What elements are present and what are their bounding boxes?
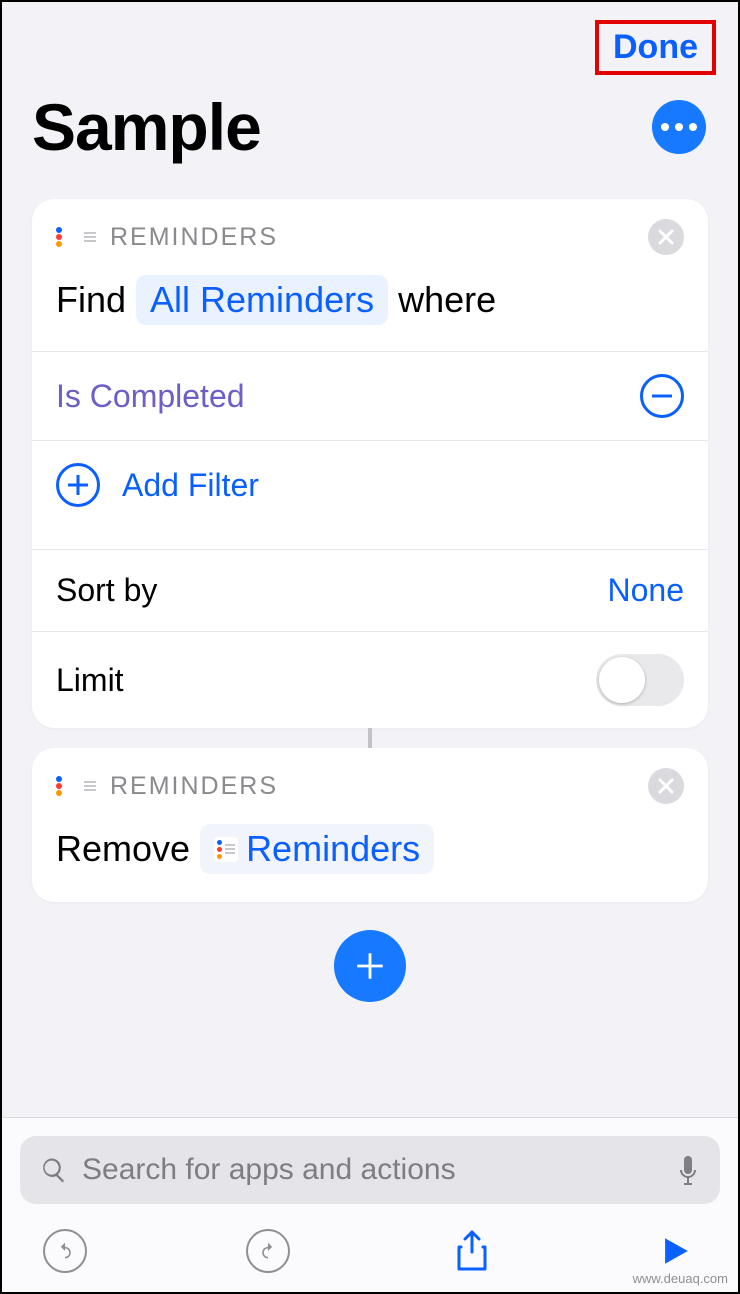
action-card: REMINDERS Remove Reminders <box>32 748 708 902</box>
action-parameter-token[interactable]: All Reminders <box>136 275 388 325</box>
close-icon <box>658 229 674 245</box>
undo-button[interactable] <box>42 1228 88 1274</box>
add-filter-button[interactable]: Add Filter <box>32 440 708 549</box>
share-icon <box>453 1229 491 1273</box>
search-bar[interactable] <box>20 1136 720 1204</box>
action-card: REMINDERS Find All Reminders where Is Co… <box>32 199 708 728</box>
limit-toggle[interactable] <box>596 654 684 706</box>
close-icon <box>658 778 674 794</box>
filter-row[interactable]: Is Completed <box>32 351 708 440</box>
action-app-name: REMINDERS <box>110 772 278 801</box>
action-suffix: where <box>398 279 496 321</box>
limit-row: Limit <box>32 631 708 728</box>
sort-by-label: Sort by <box>56 572 157 609</box>
ellipsis-icon <box>661 123 669 131</box>
action-app-name: REMINDERS <box>110 223 278 252</box>
add-action-button[interactable] <box>334 930 406 1002</box>
search-input[interactable] <box>82 1153 662 1187</box>
reminders-app-icon <box>56 775 96 797</box>
delete-action-button[interactable] <box>648 768 684 804</box>
microphone-icon[interactable] <box>676 1154 700 1186</box>
search-icon <box>40 1156 68 1184</box>
plus-icon <box>353 949 387 983</box>
plus-circle-icon <box>56 463 100 507</box>
remove-filter-button[interactable] <box>640 374 684 418</box>
watermark: www.deuaq.com <box>633 1271 728 1286</box>
undo-icon <box>55 1241 75 1261</box>
reminders-app-icon <box>56 226 96 248</box>
delete-action-button[interactable] <box>648 219 684 255</box>
play-icon <box>658 1234 692 1268</box>
filter-name: Is Completed <box>56 378 245 415</box>
action-connector <box>368 728 372 748</box>
share-button[interactable] <box>449 1228 495 1274</box>
page-title: Sample <box>32 89 261 165</box>
action-verb: Remove <box>56 828 190 870</box>
redo-icon <box>258 1241 278 1261</box>
action-verb: Find <box>56 279 126 321</box>
run-button[interactable] <box>652 1228 698 1274</box>
more-button[interactable] <box>652 100 706 154</box>
action-variable-token[interactable]: Reminders <box>200 824 434 874</box>
redo-button[interactable] <box>245 1228 291 1274</box>
reminders-mini-icon <box>214 837 238 862</box>
done-button[interactable]: Done <box>595 20 716 75</box>
sort-by-value[interactable]: None <box>608 572 685 609</box>
sort-by-row[interactable]: Sort by None <box>32 549 708 631</box>
bottom-panel <box>2 1117 738 1292</box>
limit-label: Limit <box>56 662 124 699</box>
